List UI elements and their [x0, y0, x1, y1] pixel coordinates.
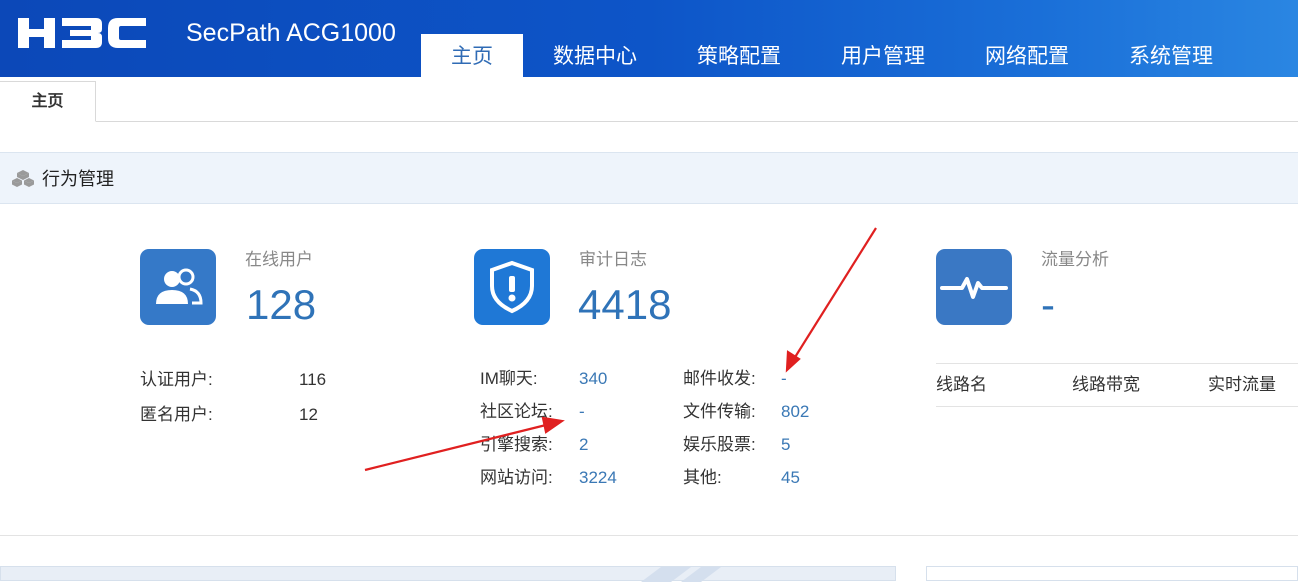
- auth-users-value: 116: [299, 370, 327, 389]
- h3c-logo: [18, 18, 146, 48]
- section-title: 行为管理: [42, 169, 114, 189]
- audit-tile[interactable]: [474, 249, 550, 325]
- entertainment-value[interactable]: 5: [781, 434, 790, 456]
- other-label: 其他:: [683, 468, 722, 487]
- search-engine-value[interactable]: 2: [579, 434, 588, 456]
- product-name: SecPath ACG1000: [186, 19, 396, 47]
- bottom-panel-left: [0, 566, 896, 582]
- file-transfer-value[interactable]: 802: [781, 401, 809, 423]
- tab-home[interactable]: 主页: [0, 81, 96, 122]
- bottom-panel-right: [926, 566, 1298, 581]
- audit-log-count[interactable]: 4418: [578, 281, 671, 329]
- nav-system-management[interactable]: 系统管理: [1099, 34, 1243, 77]
- search-engine-label: 引擎搜索:: [480, 435, 553, 454]
- red-arrow-email: [791, 227, 877, 363]
- other-value[interactable]: 45: [781, 467, 800, 489]
- forum-value[interactable]: -: [579, 401, 585, 423]
- online-users-count[interactable]: 128: [246, 281, 316, 329]
- top-header: SecPath ACG1000 主页 数据中心 策略配置 用户管理 网络配置 系…: [0, 0, 1298, 77]
- panel-decoration: [641, 567, 721, 582]
- nav-home[interactable]: 主页: [421, 34, 523, 77]
- forum-label: 社区论坛:: [480, 402, 553, 421]
- web-visit-label: 网站访问:: [480, 468, 553, 487]
- main-nav: 主页 数据中心 策略配置 用户管理 网络配置 系统管理: [421, 34, 1243, 77]
- nav-user-management[interactable]: 用户管理: [811, 34, 955, 77]
- section-divider: [0, 535, 1298, 536]
- nav-data-center[interactable]: 数据中心: [523, 34, 667, 77]
- nav-network-config[interactable]: 网络配置: [955, 34, 1099, 77]
- shield-alert-icon: [490, 260, 534, 314]
- auth-users-label: 认证用户:: [140, 370, 213, 389]
- entertainment-label: 娱乐股票:: [683, 435, 756, 454]
- traffic-label: 流量分析: [1041, 250, 1109, 269]
- users-icon: [156, 268, 203, 305]
- col-line-name: 线路名: [936, 375, 987, 394]
- anon-users-value: 12: [299, 405, 318, 424]
- traffic-tile[interactable]: [936, 249, 1012, 325]
- im-chat-value[interactable]: 340: [579, 368, 607, 390]
- cubes-icon: [12, 170, 34, 187]
- email-label: 邮件收发:: [683, 369, 756, 388]
- file-transfer-label: 文件传输:: [683, 402, 756, 421]
- section-header: 行为管理: [0, 152, 1298, 204]
- pulse-icon: [940, 277, 1008, 299]
- im-chat-label: IM聊天:: [480, 369, 538, 388]
- col-line-bandwidth: 线路带宽: [1072, 375, 1140, 394]
- audit-log-label: 审计日志: [579, 250, 647, 269]
- anon-users-label: 匿名用户:: [140, 405, 213, 424]
- nav-policy-config[interactable]: 策略配置: [667, 34, 811, 77]
- email-value[interactable]: -: [781, 368, 787, 390]
- users-tile[interactable]: [140, 249, 216, 325]
- traffic-table-header: 线路名 线路带宽 实时流量: [936, 363, 1298, 407]
- web-visit-value[interactable]: 3224: [579, 467, 617, 489]
- arrow-head-email: [785, 350, 801, 373]
- traffic-value: -: [1041, 281, 1055, 328]
- col-realtime-traffic: 实时流量: [1208, 375, 1276, 394]
- online-users-label: 在线用户: [245, 250, 313, 269]
- page-tabs: 主页: [0, 77, 1298, 122]
